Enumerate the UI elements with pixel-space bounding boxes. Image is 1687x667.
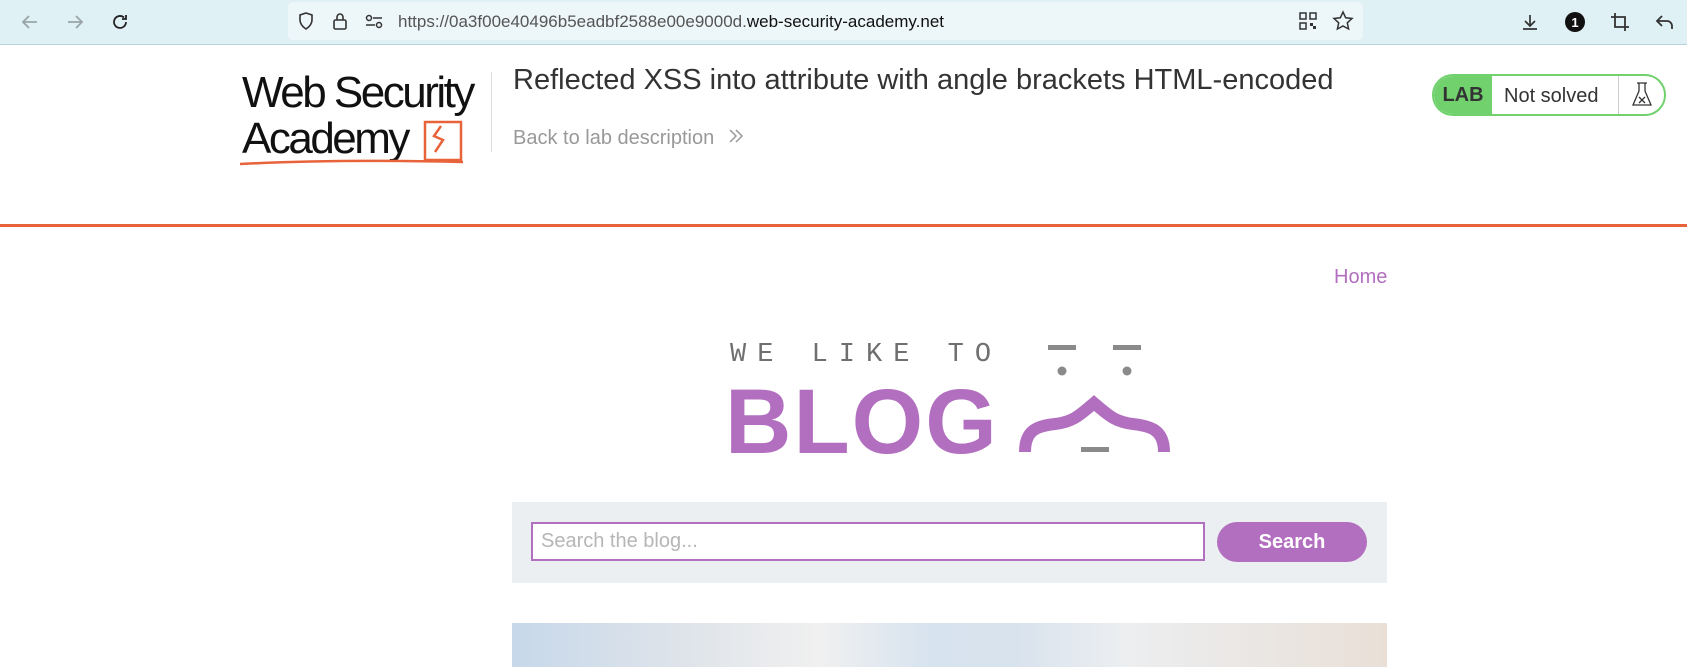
lab-title: Reflected XSS into attribute with angle …: [513, 64, 1334, 96]
bookmark-star-icon[interactable]: [1332, 10, 1354, 37]
double-chevron-right-icon: [728, 127, 744, 150]
back-to-lab-description-link[interactable]: Back to lab description: [513, 127, 744, 150]
reload-icon[interactable]: [106, 8, 134, 36]
lab-status-text: Not solved: [1504, 85, 1599, 107]
undo-arrow-icon[interactable]: [1651, 8, 1679, 36]
address-bar[interactable]: https://0a3f00e40496b5eadbf2588e00e9000d…: [288, 2, 1363, 40]
banner-tagline: WE LIKE TO: [730, 340, 1003, 370]
qr-code-icon[interactable]: [1298, 11, 1318, 36]
browser-toolbar: https://0a3f00e40496b5eadbf2588e00e9000d…: [0, 0, 1687, 45]
lab-status-widget: LAB Not solved: [1432, 74, 1666, 116]
banner-blog-word: BLOG: [725, 371, 999, 473]
flask-icon: [1618, 76, 1664, 114]
logo-line-1: Web Security: [242, 68, 475, 117]
home-nav-link[interactable]: Home: [1334, 266, 1387, 289]
logo-flame-mark: [239, 120, 464, 166]
back-arrow-icon[interactable]: [16, 8, 44, 36]
site-permissions-icon[interactable]: [364, 11, 384, 36]
search-button[interactable]: Search: [1217, 522, 1367, 562]
header-orange-rule: [0, 224, 1687, 227]
url-domain: web-security-academy.net: [746, 12, 944, 31]
forward-arrow-icon[interactable]: [61, 8, 89, 36]
web-security-academy-logo[interactable]: Web Security Academy: [238, 68, 493, 168]
back-link-label: Back to lab description: [513, 127, 715, 149]
blog-post-image[interactable]: [512, 623, 1387, 667]
curly-brace-face-icon: [1019, 345, 1170, 453]
blog-banner-logo: WE LIKE TO BLOG: [720, 330, 1180, 473]
url-text[interactable]: https://0a3f00e40496b5eadbf2588e00e9000d…: [398, 12, 944, 32]
extension-badge-icon[interactable]: 1: [1561, 8, 1589, 36]
header-divider: [491, 72, 492, 152]
lab-badge: LAB: [1434, 76, 1492, 114]
shield-icon[interactable]: [296, 11, 316, 36]
notification-count: 1: [1565, 12, 1585, 32]
download-icon[interactable]: [1516, 8, 1544, 36]
lock-icon[interactable]: [330, 11, 350, 36]
search-input[interactable]: [531, 522, 1205, 561]
url-prefix: https://0a3f00e40496b5eadbf2588e00e9000d…: [398, 12, 747, 31]
crop-icon[interactable]: [1606, 8, 1634, 36]
